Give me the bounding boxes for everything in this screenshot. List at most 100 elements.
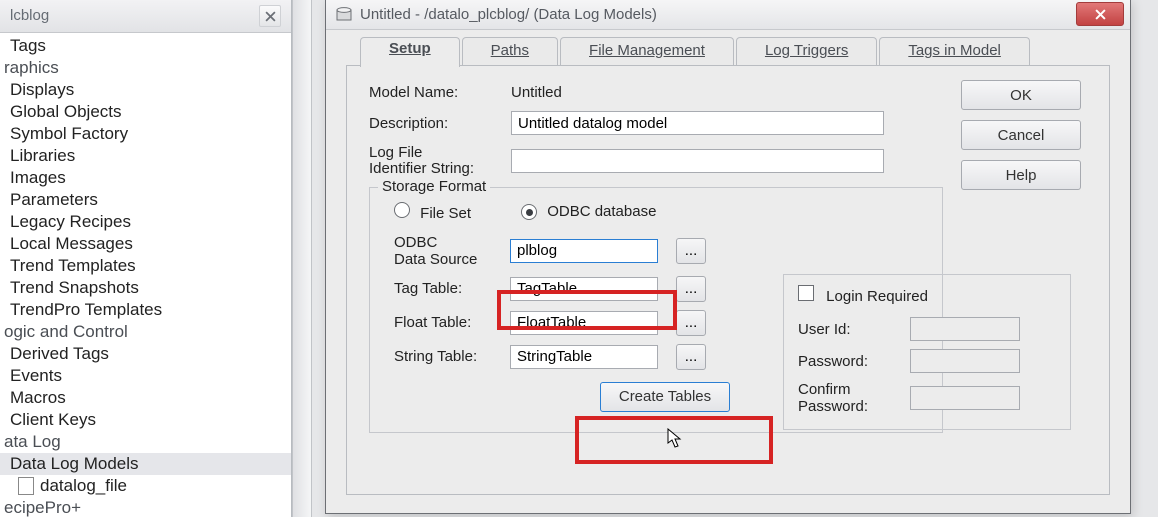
tree-item-trendpro-templates[interactable]: TrendPro Templates [0,299,291,321]
login-required-label: Login Required [826,288,928,305]
float-table-browse[interactable]: ... [676,310,706,336]
logfile-id-label: Log File Identifier String: [369,145,499,177]
tree-item-label: Images [10,168,66,188]
mouse-cursor-icon [667,428,683,450]
tree-item-label: Parameters [10,190,98,210]
file-icon [18,477,34,495]
tree-item-trend-snapshots[interactable]: Trend Snapshots [0,277,291,299]
create-tables-button[interactable]: Create Tables [600,382,730,412]
tree-item-label: ogic and Control [4,322,128,342]
dialog-title: Untitled - /datalo_plcblog/ (Data Log Mo… [360,6,1068,23]
string-table-browse[interactable]: ... [676,344,706,370]
odbc-source-input[interactable] [510,239,658,263]
tab-setup[interactable]: Setup [360,37,460,67]
tree-item-symbol-factory[interactable]: Symbol Factory [0,123,291,145]
storage-format-legend: Storage Format [378,178,490,195]
radio-odbc-icon [521,204,537,220]
sidebar-title: lcblog [10,0,49,32]
user-id-label: User Id: [798,321,898,338]
tree-item-label: datalog_file [40,476,127,496]
radio-file-set[interactable]: File Set [394,202,471,222]
tree-item-label: Client Keys [10,410,96,430]
login-required-checkbox[interactable] [798,285,814,301]
tree-item-label: Data Log Models [10,454,139,474]
tree-item-label: Derived Tags [10,344,109,364]
tree-item-tags[interactable]: Tags [0,35,291,57]
project-tree[interactable]: TagsraphicsDisplaysGlobal ObjectsSymbol … [0,33,291,517]
confirm-password-input[interactable] [910,386,1020,410]
model-name-label: Model Name: [369,84,499,101]
tree-item-client-keys[interactable]: Client Keys [0,409,291,431]
tag-table-label: Tag Table: [394,280,504,297]
tree-item-data-log-models[interactable]: Data Log Models [0,453,291,475]
float-table-label: Float Table: [394,314,504,331]
login-panel: Login Required User Id: Password: Confir… [783,274,1071,430]
sidebar-header: lcblog [0,0,291,33]
splitter[interactable] [292,0,312,517]
tab-log-triggers[interactable]: Log Triggers [736,37,877,66]
radio-file-set-icon [394,202,410,218]
tree-item-label: Events [10,366,62,386]
tree-item-label: ata Log [4,432,61,452]
tree-item-label: Trend Templates [10,256,136,276]
tag-table-browse[interactable]: ... [676,276,706,302]
user-id-input[interactable] [910,317,1020,341]
odbc-source-browse[interactable]: ... [676,238,706,264]
sidebar-close-button[interactable] [259,5,281,27]
tree-item-label: TrendPro Templates [10,300,162,320]
tree-item-label: raphics [4,58,59,78]
tab-paths[interactable]: Paths [462,37,558,66]
tree-item-derived-tags[interactable]: Derived Tags [0,343,291,365]
tree-item-ata-log[interactable]: ata Log [0,431,291,453]
model-name-value: Untitled [511,84,562,101]
tree-item-displays[interactable]: Displays [0,79,291,101]
tab-file-management[interactable]: File Management [560,37,734,66]
tree-item-raphics[interactable]: raphics [0,57,291,79]
tree-item-libraries[interactable]: Libraries [0,145,291,167]
tab-setup-panel: OK Cancel Help Model Name: Untitled Desc… [346,65,1110,495]
tag-table-input[interactable] [510,277,658,301]
tree-item-label: Tags [10,36,46,56]
dialog-tabs: SetupPathsFile ManagementLog TriggersTag… [338,37,1118,65]
explorer-sidebar: lcblog TagsraphicsDisplaysGlobal Objects… [0,0,292,517]
dialog-close-button[interactable] [1076,2,1124,26]
tree-item-macros[interactable]: Macros [0,387,291,409]
tree-item-label: Global Objects [10,102,122,122]
tree-item-global-objects[interactable]: Global Objects [0,101,291,123]
ok-button[interactable]: OK [961,80,1081,110]
tree-item-datalog-file[interactable]: datalog_file [0,475,291,497]
tree-item-ogic-and-control[interactable]: ogic and Control [0,321,291,343]
password-label: Password: [798,353,898,370]
tree-item-label: Libraries [10,146,75,166]
tree-item-local-messages[interactable]: Local Messages [0,233,291,255]
description-input[interactable] [511,111,884,135]
tab-tags-in-model[interactable]: Tags in Model [879,37,1030,66]
tree-item-ecipepro-[interactable]: ecipePro+ [0,497,291,517]
dialog-icon [336,6,352,22]
tree-item-label: Legacy Recipes [10,212,131,232]
cancel-button[interactable]: Cancel [961,120,1081,150]
confirm-password-label: Confirm Password: [798,381,898,415]
dialog-titlebar: Untitled - /datalo_plcblog/ (Data Log Mo… [326,0,1130,30]
radio-odbc-database[interactable]: ODBC database [521,203,656,221]
tree-item-parameters[interactable]: Parameters [0,189,291,211]
string-table-input[interactable] [510,345,658,369]
odbc-source-label: ODBC Data Source [394,234,504,268]
string-table-label: String Table: [394,348,504,365]
description-label: Description: [369,115,499,132]
password-input[interactable] [910,349,1020,373]
tree-item-legacy-recipes[interactable]: Legacy Recipes [0,211,291,233]
datalog-model-dialog: Untitled - /datalo_plcblog/ (Data Log Mo… [325,0,1131,514]
tree-item-trend-templates[interactable]: Trend Templates [0,255,291,277]
help-button[interactable]: Help [961,160,1081,190]
tree-item-label: ecipePro+ [4,498,81,517]
tree-item-label: Local Messages [10,234,133,254]
tree-item-events[interactable]: Events [0,365,291,387]
logfile-id-input[interactable] [511,149,884,173]
tree-item-label: Symbol Factory [10,124,128,144]
tree-item-label: Trend Snapshots [10,278,139,298]
tree-item-images[interactable]: Images [0,167,291,189]
tree-item-label: Macros [10,388,66,408]
float-table-input[interactable] [510,311,658,335]
tree-item-label: Displays [10,80,74,100]
